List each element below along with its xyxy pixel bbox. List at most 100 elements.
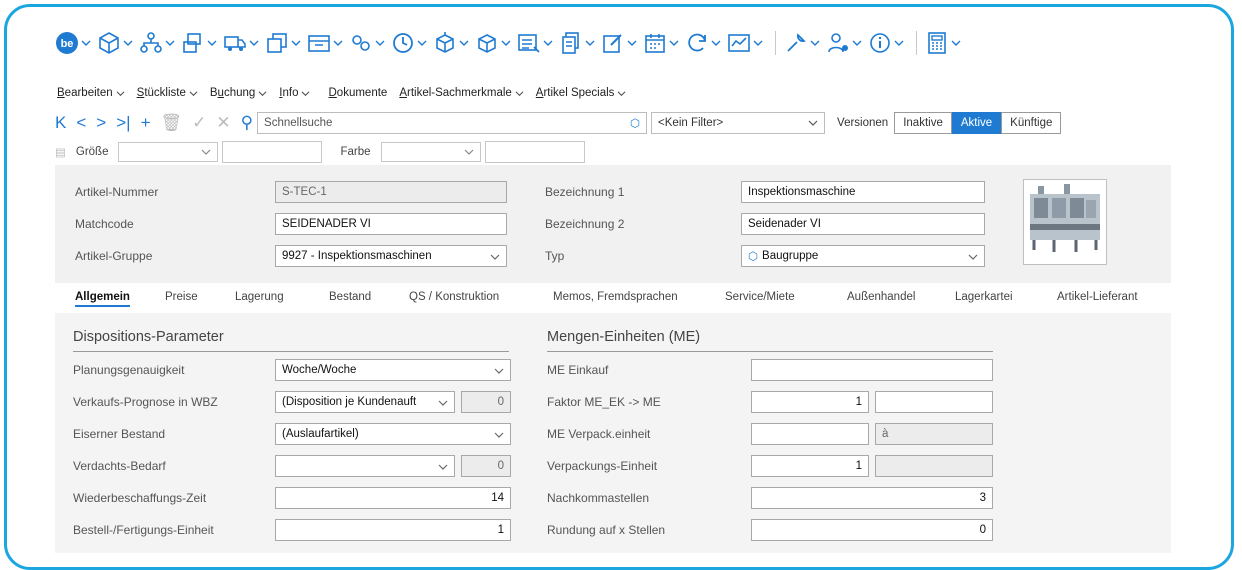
dispo-section-title: Dispositions-Parameter — [73, 329, 224, 345]
menu-dokumente[interactable]: Dokumente — [328, 87, 387, 99]
app-window: be Bearbeiten Stückliste Buchung Info Do… — [4, 4, 1234, 570]
size-description — [222, 141, 323, 163]
quick-search-input[interactable]: Schnellsuche ⬡ — [257, 112, 648, 134]
delete-icon[interactable]: 🗑 — [161, 113, 183, 133]
user-gear-icon[interactable] — [826, 31, 862, 55]
packaging-unit-label: Verpackungs-Einheit — [547, 459, 658, 473]
svg-text:be: be — [61, 38, 74, 50]
matchcode-field[interactable]: SEIDENADER VI — [275, 213, 507, 235]
pages-icon[interactable] — [559, 31, 595, 55]
chevron-down-icon — [808, 120, 818, 126]
size-select[interactable] — [118, 142, 219, 162]
list-icon[interactable] — [517, 31, 553, 55]
filter-select[interactable]: <Kein Filter> — [651, 112, 826, 134]
factor-extra-field[interactable] — [875, 391, 993, 413]
next-record-icon[interactable]: > — [96, 113, 106, 133]
version-future-button[interactable]: Künftige — [1001, 112, 1062, 134]
refresh-icon[interactable] — [685, 31, 721, 55]
tab-allgemein[interactable]: Allgemein — [75, 291, 130, 307]
forecast-select[interactable]: (Disposition je Kundenauft — [275, 391, 455, 413]
pack-unit-field[interactable] — [751, 423, 869, 445]
replenish-time-field[interactable]: 14 — [275, 487, 511, 509]
tab-lagerkartei[interactable]: Lagerkartei — [955, 291, 1013, 303]
version-active-button[interactable]: Aktive — [951, 112, 1002, 134]
quick-search-placeholder: Schnellsuche — [264, 117, 333, 129]
tab-artikel-lieferant[interactable]: Artikel-Lieferant — [1057, 291, 1138, 303]
type-select[interactable]: ⬡ Baugruppe — [741, 245, 985, 267]
menu-artikel-sachmerkmale[interactable]: Artikel-Sachmerkmale — [399, 87, 524, 99]
be-logo-icon[interactable]: be — [55, 31, 91, 55]
menu-artikel-specials[interactable]: Artikel Specials — [536, 87, 627, 99]
units-section-title: Mengen-Einheiten (ME) — [547, 329, 701, 345]
general-tab-panel: Dispositions-Parameter Planungsgenauigke… — [55, 313, 1171, 553]
suspect-demand-label: Verdachts-Bedarf — [73, 459, 166, 473]
stack-icon[interactable] — [181, 31, 217, 55]
chart-icon[interactable] — [727, 31, 763, 55]
iron-stock-select[interactable]: (Auslaufartikel) — [275, 423, 511, 445]
structure-icon[interactable] — [139, 31, 175, 55]
rounding-field[interactable]: 0 — [751, 519, 993, 541]
size-label: Größe — [75, 146, 109, 158]
settings-group-icon[interactable] — [349, 31, 385, 55]
main-toolbar: be — [55, 31, 965, 55]
add-icon[interactable]: + — [141, 113, 151, 133]
confirm-icon[interactable]: ✓ — [192, 113, 206, 133]
packaging-unit-extra-field — [875, 455, 993, 477]
tab-bestand[interactable]: Bestand — [329, 291, 371, 303]
version-toggle: Inaktive Aktive Künftige — [894, 112, 1062, 134]
order-unit-field[interactable]: 1 — [275, 519, 511, 541]
article-number-field[interactable]: S-TEC-1 — [275, 181, 507, 203]
previous-record-icon[interactable]: < — [76, 113, 86, 133]
copy-icon[interactable] — [265, 31, 301, 55]
calculator-icon[interactable] — [925, 31, 961, 55]
tab-lagerung[interactable]: Lagerung — [235, 291, 284, 303]
suspect-demand-select[interactable] — [275, 455, 455, 477]
menu-bearbeiten[interactable]: Bearbeiten — [57, 87, 125, 99]
box-icon[interactable] — [433, 31, 469, 55]
first-record-icon[interactable]: K — [55, 113, 66, 133]
wrench-icon[interactable] — [784, 31, 820, 55]
cancel-icon[interactable]: ✕ — [216, 113, 230, 133]
order-unit-label: Bestell-/Fertigungs-Einheit — [73, 523, 214, 537]
tab-qs-konstruktion[interactable]: QS / Konstruktion — [409, 291, 499, 303]
tab-preise[interactable]: Preise — [165, 291, 198, 303]
info-icon[interactable] — [868, 31, 904, 55]
article-header: Artikel-Nummer S-TEC-1 Matchcode SEIDENA… — [55, 165, 1171, 283]
calendar-icon[interactable] — [643, 31, 679, 55]
menu-stueckliste[interactable]: Stückliste — [137, 87, 198, 99]
clock-icon[interactable] — [391, 31, 427, 55]
menu-info[interactable]: Info — [279, 87, 310, 99]
grid-icon: ▤ — [55, 147, 66, 159]
last-record-icon[interactable]: >| — [116, 113, 130, 133]
tab-service-miete[interactable]: Service/Miete — [725, 291, 795, 303]
box-out-icon[interactable] — [475, 31, 511, 55]
color-label: Farbe — [340, 146, 371, 158]
type-label: Typ — [545, 249, 565, 263]
toolbar-separator — [775, 31, 776, 55]
purchase-unit-field[interactable] — [751, 359, 993, 381]
assembly-cube-icon: ⬡ — [748, 251, 759, 263]
calendar-strip-icon[interactable] — [307, 31, 343, 55]
dispo-section-divider — [73, 351, 509, 352]
tab-memos-fremdsprachen[interactable]: Memos, Fremdsprachen — [553, 291, 678, 303]
description1-label: Bezeichnung 1 — [545, 185, 625, 199]
color-select[interactable] — [380, 142, 481, 162]
planning-select[interactable]: Woche/Woche — [275, 359, 511, 381]
tab-aussenhandel[interactable]: Außenhandel — [847, 291, 915, 303]
packaging-unit-field[interactable]: 1 — [751, 455, 869, 477]
replenish-time-label: Wiederbeschaffungs-Zeit — [73, 491, 207, 505]
edit-icon[interactable] — [601, 31, 637, 55]
menu-buchung[interactable]: Buchung — [210, 87, 267, 99]
article-group-select[interactable]: 9927 - Inspektionsmaschinen — [275, 245, 507, 267]
factor-field[interactable]: 1 — [751, 391, 869, 413]
version-inactive-button[interactable]: Inaktive — [894, 112, 952, 134]
description2-field[interactable]: Seidenader VI — [741, 213, 985, 235]
truck-icon[interactable] — [223, 31, 259, 55]
cube-filter-icon[interactable]: ⬡ — [630, 116, 640, 130]
description1-field[interactable]: Inspektionsmaschine — [741, 181, 985, 203]
decimals-field[interactable]: 3 — [751, 487, 993, 509]
purchase-unit-label: ME Einkauf — [547, 363, 609, 377]
cube-icon[interactable] — [97, 31, 133, 55]
units-section-divider — [547, 351, 993, 352]
iron-stock-label: Eiserner Bestand — [73, 427, 166, 441]
